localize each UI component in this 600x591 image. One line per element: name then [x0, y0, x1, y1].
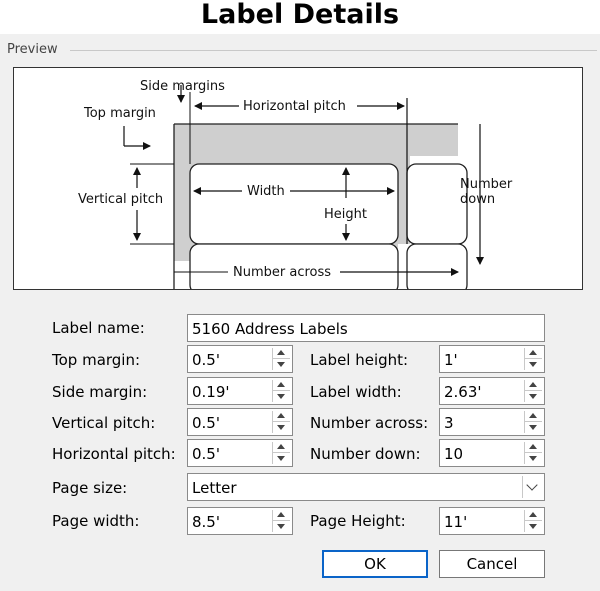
spin-up-icon[interactable]: [525, 380, 542, 391]
side-margin-spinner[interactable]: [272, 380, 290, 402]
spin-up-icon[interactable]: [525, 348, 542, 359]
page-width-label: Page width:: [52, 512, 140, 530]
page-size-value: Letter: [192, 479, 237, 497]
number-down-text-2: down: [460, 192, 495, 207]
label-shape: [406, 243, 468, 289]
spin-up-icon[interactable]: [273, 510, 290, 521]
spin-down-icon[interactable]: [273, 391, 290, 402]
horizontal-pitch-value: 0.5': [192, 445, 220, 463]
spin-up-icon[interactable]: [273, 411, 290, 422]
spin-up-icon[interactable]: [525, 411, 542, 422]
label-shape: [189, 163, 399, 245]
label-width-label: Label width:: [310, 383, 402, 401]
number-down-text-1: Number: [460, 177, 513, 192]
top-margin-spinner[interactable]: [272, 348, 290, 370]
horizontal-pitch-label: Horizontal pitch:: [52, 445, 176, 463]
page-height-value: 11': [444, 513, 468, 531]
page-width-value: 8.5': [192, 513, 220, 531]
preview-group-label: Preview: [7, 42, 64, 57]
spin-down-icon[interactable]: [525, 521, 542, 532]
label-name-value: 5160 Address Labels: [192, 320, 348, 338]
side-margin-value: 0.19': [192, 383, 230, 401]
ok-button[interactable]: OK: [322, 550, 428, 578]
number-across-spinner[interactable]: [524, 411, 542, 433]
number-down-label: Number down:: [310, 445, 421, 463]
label-shape: [406, 163, 468, 245]
dialog-title: Label Details: [0, 0, 600, 34]
spin-down-icon[interactable]: [273, 521, 290, 532]
number-across-label: Number across:: [310, 414, 429, 432]
spin-down-icon[interactable]: [273, 453, 290, 464]
page-size-label: Page size:: [52, 479, 128, 497]
number-down-input[interactable]: 10: [439, 439, 545, 467]
page-width-spinner[interactable]: [272, 510, 290, 532]
label-layout-diagram: Side margins Top margin Horizontal pitch…: [78, 79, 513, 289]
preview-diagram: Side margins Top margin Horizontal pitch…: [13, 67, 583, 290]
label-height-input[interactable]: 1': [439, 345, 545, 373]
number-across-text: Number across: [233, 265, 331, 280]
spin-up-icon[interactable]: [273, 442, 290, 453]
spin-down-icon[interactable]: [525, 359, 542, 370]
page-height-input[interactable]: 11': [439, 507, 545, 535]
label-height-value: 1': [444, 351, 458, 369]
side-margin-label: Side margin:: [52, 383, 148, 401]
cancel-button[interactable]: Cancel: [439, 550, 545, 578]
spin-up-icon[interactable]: [525, 442, 542, 453]
height-text: Height: [324, 207, 367, 222]
number-down-value: 10: [444, 445, 464, 463]
number-across-value: 3: [444, 414, 454, 432]
page-width-input[interactable]: 8.5': [187, 507, 293, 535]
label-height-spinner[interactable]: [524, 348, 542, 370]
vertical-pitch-spinner[interactable]: [272, 411, 290, 433]
side-margins-text: Side margins: [140, 79, 225, 94]
horizontal-pitch-text: Horizontal pitch: [243, 99, 346, 114]
spin-down-icon[interactable]: [525, 453, 542, 464]
side-margin-input[interactable]: 0.19': [187, 377, 293, 405]
number-down-spinner[interactable]: [524, 442, 542, 464]
page-height-label: Page Height:: [310, 512, 406, 530]
top-margin-text: Top margin: [83, 106, 156, 121]
spin-down-icon[interactable]: [273, 359, 290, 370]
label-width-value: 2.63': [444, 383, 482, 401]
label-height-label: Label height:: [310, 351, 409, 369]
horizontal-pitch-spinner[interactable]: [272, 442, 290, 464]
page-size-select[interactable]: Letter: [187, 473, 545, 501]
label-name-input[interactable]: 5160 Address Labels: [187, 314, 545, 342]
spin-up-icon[interactable]: [273, 348, 290, 359]
width-text: Width: [247, 184, 285, 199]
vertical-pitch-label: Vertical pitch:: [52, 414, 156, 432]
top-margin-input[interactable]: 0.5': [187, 345, 293, 373]
top-margin-value: 0.5': [192, 351, 220, 369]
preview-group-divider: [70, 50, 597, 51]
vertical-pitch-text: Vertical pitch: [78, 192, 163, 207]
spin-down-icon[interactable]: [525, 391, 542, 402]
vertical-pitch-value: 0.5': [192, 414, 220, 432]
spin-up-icon[interactable]: [525, 510, 542, 521]
number-across-input[interactable]: 3: [439, 408, 545, 436]
chevron-down-icon[interactable]: [522, 476, 542, 498]
spin-up-icon[interactable]: [273, 380, 290, 391]
spin-down-icon[interactable]: [273, 422, 290, 433]
vertical-pitch-input[interactable]: 0.5': [187, 408, 293, 436]
page-height-spinner[interactable]: [524, 510, 542, 532]
label-width-input[interactable]: 2.63': [439, 377, 545, 405]
spin-down-icon[interactable]: [525, 422, 542, 433]
label-width-spinner[interactable]: [524, 380, 542, 402]
horizontal-pitch-input[interactable]: 0.5': [187, 439, 293, 467]
label-name-label: Label name:: [52, 319, 145, 337]
top-margin-label: Top margin:: [52, 351, 141, 369]
